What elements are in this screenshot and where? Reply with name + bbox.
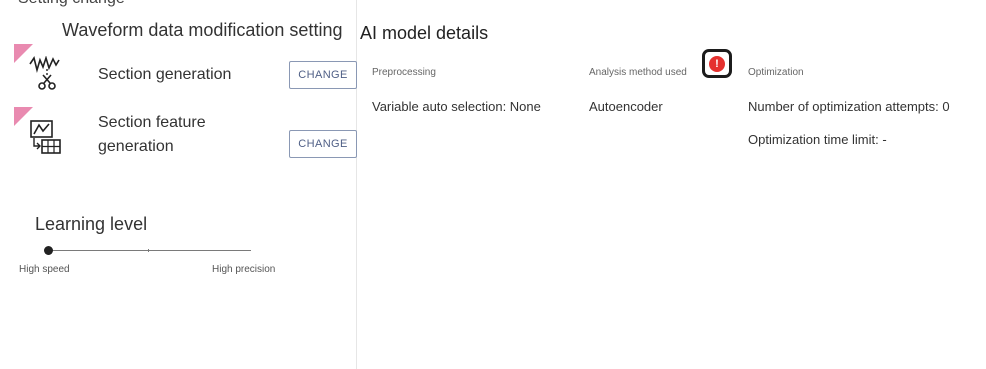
waveform-settings-panel: Waveform data modification setting Secti…: [0, 0, 357, 369]
ai-model-details-title: AI model details: [360, 23, 489, 43]
preprocessing-header: Preprocessing: [372, 67, 436, 78]
warning-highlight-box[interactable]: !: [702, 49, 732, 78]
section-feature-generation-change-button[interactable]: CHANGE: [289, 130, 357, 158]
section-generation-row: Section generation CHANGE: [0, 44, 357, 104]
warning-icon[interactable]: !: [709, 56, 725, 72]
chart-table-icon: [30, 120, 61, 154]
high-speed-label: High speed: [19, 264, 70, 275]
learning-level-slider-tick: [148, 249, 149, 252]
section-generation-label: Section generation: [98, 66, 232, 83]
waveform-settings-title: Waveform data modification setting: [62, 20, 343, 40]
learning-level-slider-thumb[interactable]: [44, 246, 53, 255]
section-feature-generation-row: Section feature generation CHANGE: [0, 107, 357, 167]
analysis-method-value: Autoencoder: [589, 99, 663, 114]
section-generation-change-button[interactable]: CHANGE: [289, 61, 357, 89]
optimization-header: Optimization: [748, 67, 804, 78]
optimization-attempts-value: Number of optimization attempts: 0: [748, 99, 950, 114]
analysis-method-header: Analysis method used: [589, 67, 687, 78]
section-feature-generation-label: Section feature generation: [98, 114, 206, 155]
waveform-scissors-icon: [29, 56, 60, 90]
high-precision-label: High precision: [212, 264, 276, 275]
optimization-time-limit-value: Optimization time limit: -: [748, 132, 887, 147]
learning-level-slider-track[interactable]: [48, 250, 251, 251]
learning-level-title: Learning level: [35, 214, 148, 234]
preprocessing-value: Variable auto selection: None: [372, 99, 541, 114]
